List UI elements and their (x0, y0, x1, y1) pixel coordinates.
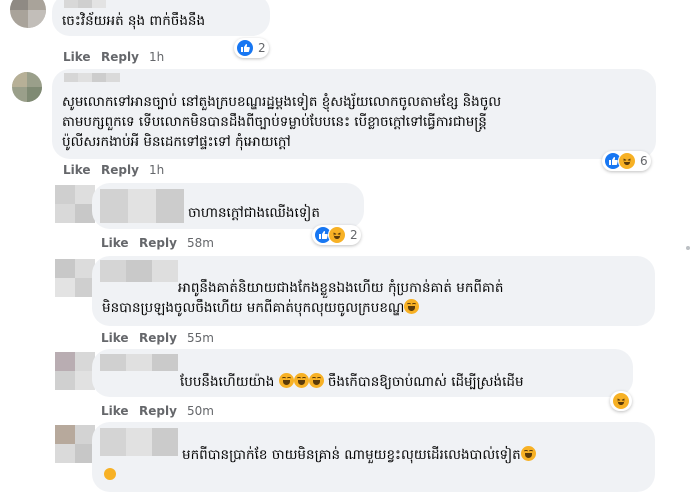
like-button[interactable]: Like (101, 331, 129, 345)
laughing-emoji-icon (520, 446, 536, 461)
comment-text-line: សូមលោកទៅអានច្បាប់ នៅតួងក្របខណ្ឌរដ្ឋម្តងទ… (62, 94, 502, 110)
avatar[interactable] (12, 72, 42, 102)
laughing-emoji-icon (308, 373, 324, 388)
reply-button[interactable]: Reply (139, 404, 177, 418)
avatar[interactable] (10, 0, 46, 28)
reply-text-part: មកពីបានប្រាក់ខែ ចាយមិនគ្រាន់ ណាមួយខ្វះលុ… (182, 447, 521, 463)
comment-text: ចេះវិន័យអត់ នុង ពាក់ចឹងនឹង (62, 13, 206, 29)
comment-time[interactable]: 1h (149, 50, 164, 64)
reply-text-line: អាពូនឹងគាត់និយាយជាងកែងខ្លួនឯងហើយ កុំប្រក… (178, 280, 504, 296)
comment-text-line: តាមបក្សពួកទេ ទើបលោកមិនបានដឹងពីច្បាប់ទម្ល… (62, 114, 487, 130)
comment-time[interactable]: 1h (149, 163, 164, 177)
reply-text: បែបនឹងហើយយ៉ាង ចឹងកើបានឱ្យចាប់ណាស់ ដើម្បី… (180, 372, 524, 393)
haha-reaction-icon (328, 226, 346, 244)
reply-button[interactable]: Reply (139, 331, 177, 345)
like-button[interactable]: Like (101, 404, 129, 418)
reply-button[interactable]: Reply (101, 163, 139, 177)
like-button[interactable]: Like (101, 236, 129, 250)
reply-text-line: មិនបានប្រឡងចូលចឹងហើយ មកពីគាត់បុកលុយចូលក្… (102, 298, 420, 319)
reply-text: មកពីបានប្រាក់ខែ ចាយមិនគ្រាន់ ណាមួយខ្វះលុ… (182, 445, 536, 466)
reaction-count: 6 (640, 154, 648, 168)
laughing-emoji-icon (278, 373, 294, 388)
like-button[interactable]: Like (63, 50, 91, 64)
reaction-summary[interactable]: 2 (234, 38, 269, 58)
reaction-summary[interactable]: 6 (602, 151, 651, 171)
reply-button[interactable]: Reply (101, 50, 139, 64)
laughing-emoji-icon (293, 373, 309, 388)
laughing-emoji-icon (404, 299, 420, 314)
reply-text-part: ចឹងកើបានឱ្យចាប់ណាស់ ដើម្បីស្រង់ដើម (327, 374, 524, 390)
reply-button[interactable]: Reply (139, 236, 177, 250)
reply-text-line-content: មិនបានប្រឡងចូលចឹងហើយ មកពីគាត់បុកលុយចូលក្… (102, 300, 405, 316)
reply-time[interactable]: 50m (187, 404, 214, 418)
like-reaction-icon (236, 39, 254, 57)
reaction-count: 2 (350, 228, 358, 242)
scrollbar-indicator[interactable] (686, 246, 690, 250)
like-button[interactable]: Like (63, 163, 91, 177)
reply-time[interactable]: 55m (187, 331, 214, 345)
reaction-summary[interactable] (610, 391, 632, 411)
reply-time[interactable]: 58m (187, 236, 214, 250)
reply-text-part: បែបនឹងហើយយ៉ាង (180, 374, 275, 390)
haha-reaction-icon (618, 152, 636, 170)
emoji-icon (104, 468, 116, 480)
haha-reaction-icon (612, 392, 630, 410)
reply-text: ចាហានក្តៅជាងឈើងទៀត (188, 205, 320, 221)
reaction-summary[interactable]: 2 (312, 225, 361, 245)
reaction-count: 2 (258, 41, 266, 55)
comment-text-line: ប៉ូលីសរកងាប់អី មិនដេកទៅផ្ទះទៅ កុំអោយក្តៅ (62, 134, 291, 150)
